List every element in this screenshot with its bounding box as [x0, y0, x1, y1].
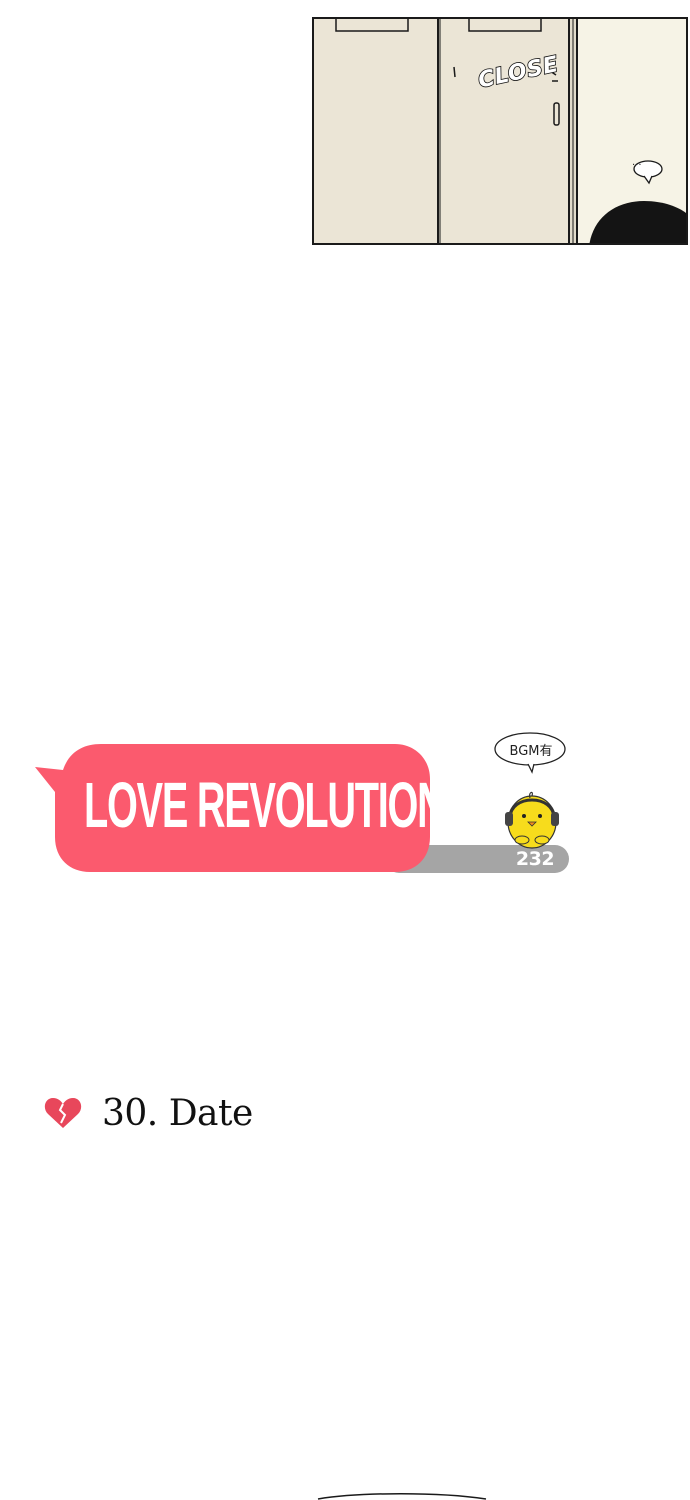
chapter-heading: 30. Date: [44, 1088, 253, 1138]
comic-panel: CLOSE ···: [312, 17, 688, 245]
ellipsis-speech-bubble-text: ···: [632, 160, 642, 171]
chick-headphones-icon: [505, 791, 559, 849]
comic-title: LOVE REVOLUTION: [84, 769, 446, 841]
broken-heart-icon: [44, 1098, 82, 1128]
bgm-label: BGM有: [509, 744, 553, 759]
next-panel-edge: [317, 1493, 487, 1500]
episode-number: 232: [515, 848, 555, 870]
doors-illustration: [314, 19, 686, 243]
chapter-title: 30. Date: [102, 1092, 253, 1134]
